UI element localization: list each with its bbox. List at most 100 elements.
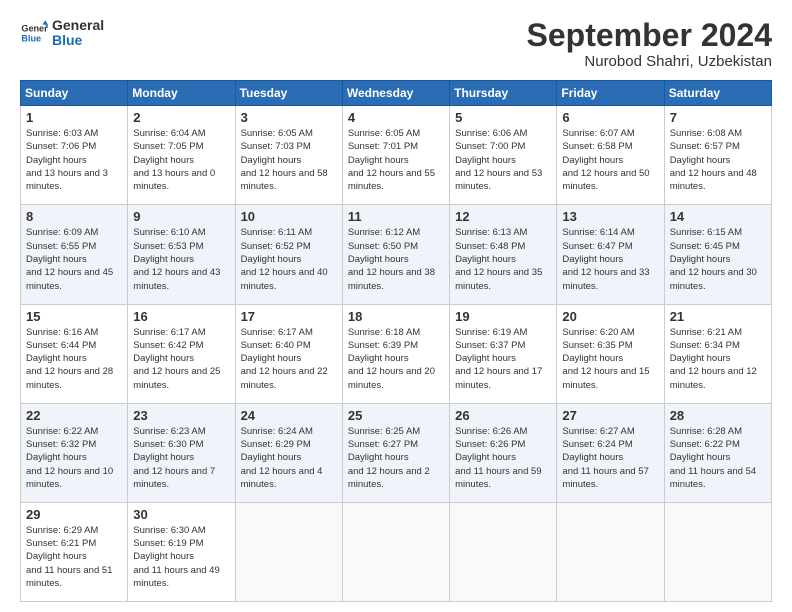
calendar-cell: 24 Sunrise: 6:24 AMSunset: 6:29 PMDayligh… [235,403,342,502]
day-info: Sunrise: 6:29 AMSunset: 6:21 PMDaylight … [26,524,122,590]
calendar-cell: 26 Sunrise: 6:26 AMSunset: 6:26 PMDayligh… [450,403,557,502]
day-number: 29 [26,507,122,522]
day-number: 1 [26,110,122,125]
day-number: 14 [670,209,766,224]
header-sunday: Sunday [21,81,128,106]
day-number: 9 [133,209,229,224]
calendar-cell: 10 Sunrise: 6:11 AMSunset: 6:52 PMDayligh… [235,205,342,304]
day-info: Sunrise: 6:27 AMSunset: 6:24 PMDaylight … [562,425,658,491]
day-info: Sunrise: 6:25 AMSunset: 6:27 PMDaylight … [348,425,444,491]
day-number: 4 [348,110,444,125]
calendar-cell: 1Sunrise: 6:03 AMSunset: 7:06 PMDaylight… [21,106,128,205]
day-info: Sunrise: 6:19 AMSunset: 6:37 PMDaylight … [455,326,551,392]
calendar-cell: 22 Sunrise: 6:22 AMSunset: 6:32 PMDayligh… [21,403,128,502]
header-wednesday: Wednesday [342,81,449,106]
calendar-cell: 5 Sunrise: 6:06 AMSunset: 7:00 PMDaylight… [450,106,557,205]
day-info: Sunrise: 6:05 AMSunset: 7:03 PMDaylight … [241,127,337,193]
calendar-cell: 28Sunrise: 6:28 AMSunset: 6:22 PMDayligh… [664,403,771,502]
day-number: 25 [348,408,444,423]
location: Nurobod Shahri, Uzbekistan [527,53,772,70]
day-info: Sunrise: 6:13 AMSunset: 6:48 PMDaylight … [455,226,551,292]
day-number: 2 [133,110,229,125]
day-number: 5 [455,110,551,125]
day-info: Sunrise: 6:09 AMSunset: 6:55 PMDaylight … [26,226,122,292]
day-number: 10 [241,209,337,224]
day-info: Sunrise: 6:08 AMSunset: 6:57 PMDaylight … [670,127,766,193]
month-title: September 2024 [527,18,772,53]
day-number: 18 [348,309,444,324]
day-info: Sunrise: 6:06 AMSunset: 7:00 PMDaylight … [455,127,551,193]
calendar-cell: 2 Sunrise: 6:04 AMSunset: 7:05 PMDaylight… [128,106,235,205]
calendar-cell: 13 Sunrise: 6:14 AMSunset: 6:47 PMDayligh… [557,205,664,304]
calendar-cell: 23Sunrise: 6:23 AMSunset: 6:30 PMDayligh… [128,403,235,502]
header-monday: Monday [128,81,235,106]
header-friday: Friday [557,81,664,106]
calendar-cell: 29 Sunrise: 6:29 AMSunset: 6:21 PMDayligh… [21,502,128,601]
calendar-cell: 6Sunrise: 6:07 AMSunset: 6:58 PMDaylight… [557,106,664,205]
day-number: 22 [26,408,122,423]
day-info: Sunrise: 6:11 AMSunset: 6:52 PMDaylight … [241,226,337,292]
calendar-cell: 30Sunrise: 6:30 AMSunset: 6:19 PMDayligh… [128,502,235,601]
calendar-cell [664,502,771,601]
calendar-cell: 27 Sunrise: 6:27 AMSunset: 6:24 PMDayligh… [557,403,664,502]
day-number: 11 [348,209,444,224]
calendar-cell [450,502,557,601]
day-info: Sunrise: 6:24 AMSunset: 6:29 PMDaylight … [241,425,337,491]
day-number: 24 [241,408,337,423]
week-row-1: 1Sunrise: 6:03 AMSunset: 7:06 PMDaylight… [21,106,772,205]
calendar-cell: 25 Sunrise: 6:25 AMSunset: 6:27 PMDayligh… [342,403,449,502]
svg-text:General: General [21,24,48,34]
day-number: 28 [670,408,766,423]
calendar-cell: 21 Sunrise: 6:21 AMSunset: 6:34 PMDayligh… [664,304,771,403]
day-info: Sunrise: 6:16 AMSunset: 6:44 PMDaylight … [26,326,122,392]
day-number: 16 [133,309,229,324]
logo-icon: General Blue [20,19,48,47]
day-number: 19 [455,309,551,324]
logo: General Blue General Blue [20,18,104,49]
day-number: 21 [670,309,766,324]
day-number: 8 [26,209,122,224]
logo-text-general: General [52,18,104,33]
calendar-cell [235,502,342,601]
calendar-cell: 9 Sunrise: 6:10 AMSunset: 6:53 PMDaylight… [128,205,235,304]
day-number: 12 [455,209,551,224]
calendar-cell: 14 Sunrise: 6:15 AMSunset: 6:45 PMDayligh… [664,205,771,304]
day-info: Sunrise: 6:17 AMSunset: 6:40 PMDaylight … [241,326,337,392]
day-info: Sunrise: 6:17 AMSunset: 6:42 PMDaylight … [133,326,229,392]
day-info: Sunrise: 6:20 AMSunset: 6:35 PMDaylight … [562,326,658,392]
calendar-cell [557,502,664,601]
logo-text-blue: Blue [52,33,104,48]
day-info: Sunrise: 6:26 AMSunset: 6:26 PMDaylight … [455,425,551,491]
calendar-cell: 12 Sunrise: 6:13 AMSunset: 6:48 PMDayligh… [450,205,557,304]
calendar-cell: 3Sunrise: 6:05 AMSunset: 7:03 PMDaylight… [235,106,342,205]
calendar: SundayMondayTuesdayWednesdayThursdayFrid… [20,80,772,602]
day-info: Sunrise: 6:04 AMSunset: 7:05 PMDaylight … [133,127,229,193]
week-row-2: 8 Sunrise: 6:09 AMSunset: 6:55 PMDaylight… [21,205,772,304]
week-row-5: 29 Sunrise: 6:29 AMSunset: 6:21 PMDayligh… [21,502,772,601]
calendar-cell: 17Sunrise: 6:17 AMSunset: 6:40 PMDayligh… [235,304,342,403]
day-info: Sunrise: 6:21 AMSunset: 6:34 PMDaylight … [670,326,766,392]
day-info: Sunrise: 6:14 AMSunset: 6:47 PMDaylight … [562,226,658,292]
day-info: Sunrise: 6:18 AMSunset: 6:39 PMDaylight … [348,326,444,392]
day-info: Sunrise: 6:12 AMSunset: 6:50 PMDaylight … [348,226,444,292]
page: General Blue General Blue September 2024… [0,0,792,612]
day-number: 27 [562,408,658,423]
day-info: Sunrise: 6:30 AMSunset: 6:19 PMDaylight … [133,524,229,590]
header-tuesday: Tuesday [235,81,342,106]
day-info: Sunrise: 6:22 AMSunset: 6:32 PMDaylight … [26,425,122,491]
header-thursday: Thursday [450,81,557,106]
day-info: Sunrise: 6:10 AMSunset: 6:53 PMDaylight … [133,226,229,292]
calendar-header-row: SundayMondayTuesdayWednesdayThursdayFrid… [21,81,772,106]
svg-text:Blue: Blue [21,34,41,44]
calendar-cell: 11 Sunrise: 6:12 AMSunset: 6:50 PMDayligh… [342,205,449,304]
week-row-3: 15 Sunrise: 6:16 AMSunset: 6:44 PMDayligh… [21,304,772,403]
title-section: September 2024 Nurobod Shahri, Uzbekista… [527,18,772,70]
day-number: 13 [562,209,658,224]
day-number: 26 [455,408,551,423]
day-number: 15 [26,309,122,324]
day-number: 6 [562,110,658,125]
calendar-cell: 15 Sunrise: 6:16 AMSunset: 6:44 PMDayligh… [21,304,128,403]
day-info: Sunrise: 6:15 AMSunset: 6:45 PMDaylight … [670,226,766,292]
week-row-4: 22 Sunrise: 6:22 AMSunset: 6:32 PMDayligh… [21,403,772,502]
day-number: 23 [133,408,229,423]
